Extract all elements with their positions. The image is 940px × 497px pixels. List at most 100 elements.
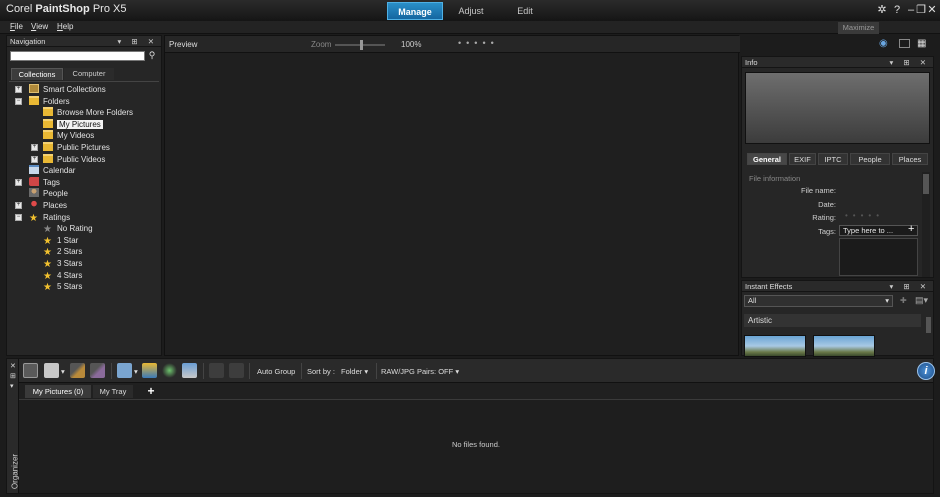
tree-item[interactable]: My Videos [43, 130, 94, 141]
globe-icon[interactable]: ◉ [879, 38, 888, 49]
expand-icon[interactable]: + [15, 86, 22, 93]
tree-item[interactable]: + Tags [15, 176, 60, 188]
menu-file[interactable]: File [10, 22, 23, 31]
rotate-left-icon[interactable] [209, 363, 224, 378]
tab-collections[interactable]: Collections [11, 68, 63, 80]
organizer-panel-controls[interactable]: ✕ ⊞ ▾ [10, 362, 16, 392]
tab-computer[interactable]: Computer [64, 68, 114, 80]
search-icon[interactable]: ⚲ [146, 50, 158, 62]
details-view-icon[interactable] [44, 363, 59, 378]
effects-filter-select[interactable]: All ▾ [744, 295, 893, 307]
single-view-icon[interactable] [899, 39, 910, 48]
tab-edit[interactable]: Edit [497, 2, 553, 20]
tag-icon [29, 176, 39, 186]
effect-thumbnail[interactable] [744, 335, 806, 357]
tree-item[interactable]: My Pictures [43, 118, 103, 130]
panel-controls[interactable]: ▾ ⊞ ✕ [889, 57, 930, 68]
thumbnail-view-icon[interactable] [23, 363, 38, 378]
tree-item[interactable]: ★ No Rating [43, 223, 93, 235]
tree-item[interactable]: + Public Videos [31, 153, 106, 165]
auto-group-button[interactable]: Auto Group [257, 367, 295, 376]
organizer-toolbar: ▾ ▾ Auto Group Sort by : Folder ▾ RAW/JP… [19, 359, 935, 383]
tree-item[interactable]: ★ 3 Stars [43, 258, 83, 270]
close-button[interactable]: ✕ [926, 4, 938, 16]
grid-view-icon[interactable]: ▦ [917, 38, 926, 49]
expand-icon[interactable]: + [31, 155, 38, 163]
tree-item[interactable]: ★ 1 Star [43, 235, 78, 247]
toolbar-separator [376, 363, 377, 379]
expand-icon[interactable]: + [15, 178, 22, 186]
star-icon: ★ [43, 282, 52, 294]
search-input[interactable] [10, 51, 145, 61]
tree-item[interactable]: ★ 5 Stars [43, 281, 82, 294]
menu-help[interactable]: Help [57, 22, 73, 31]
edit-brush-icon[interactable] [70, 363, 85, 378]
tab-places[interactable]: Places [892, 153, 928, 165]
tree-item[interactable]: + Places [15, 200, 67, 211]
favorite-icon[interactable]: ✚ [900, 296, 907, 305]
slideshow-icon[interactable] [182, 363, 197, 378]
tree-item[interactable]: + Smart Collections [15, 84, 106, 95]
share-icon[interactable] [162, 363, 177, 378]
collapse-icon[interactable]: − [15, 213, 22, 221]
tree-item-label: Smart Collections [43, 85, 106, 94]
effects-scrollbar[interactable] [926, 317, 931, 333]
panel-controls[interactable]: ▾ ⊞ ✕ [117, 36, 158, 47]
tab-general[interactable]: General [747, 153, 787, 165]
info-button[interactable]: i [917, 362, 935, 380]
menu-view[interactable]: View [31, 22, 48, 31]
add-tray-button[interactable]: + [143, 385, 159, 398]
panel-controls[interactable]: ▾ ⊞ ✕ [889, 281, 930, 292]
preview-toolbar: Preview Zoom 100% ••••• ◉ ▦ [165, 36, 926, 53]
rating-stars[interactable]: ••••• [845, 211, 884, 220]
empty-message: No files found. [452, 440, 500, 449]
rotate-right-icon[interactable] [229, 363, 244, 378]
navigation-title: Navigation [10, 37, 46, 46]
effects-category: Artistic [744, 314, 921, 327]
tab-exif[interactable]: EXIF [789, 153, 816, 165]
folder-icon [43, 142, 53, 151]
expand-icon[interactable]: + [31, 144, 38, 151]
zoom-label: Zoom [311, 40, 332, 49]
collapse-icon[interactable]: − [15, 97, 22, 105]
tree-item-label: 3 Stars [57, 259, 83, 268]
tab-my-tray[interactable]: My Tray [93, 385, 133, 398]
view-dropdown-icon[interactable]: ▾ [61, 367, 65, 376]
settings-gear-icon[interactable]: ✲ [876, 4, 888, 16]
tree-item[interactable]: Browse More Folders [43, 107, 133, 118]
raw-jpg-pairs-toggle[interactable]: RAW/JPG Pairs: OFF ▾ [381, 367, 459, 376]
help-button[interactable]: ? [891, 4, 903, 16]
info-scrollbar-thumb[interactable] [923, 174, 929, 194]
zoom-slider-thumb[interactable] [360, 40, 363, 50]
tree-item[interactable]: Calendar [29, 165, 75, 176]
tree-item-label: Public Videos [57, 154, 106, 164]
expand-icon[interactable]: + [15, 202, 22, 209]
effect-thumbnail[interactable] [813, 335, 875, 357]
sort-by-select[interactable]: Folder ▾ [341, 367, 368, 376]
star-icon: ★ [29, 212, 38, 224]
people-tag-icon[interactable] [117, 363, 132, 378]
tree-item-label: Calendar [43, 166, 76, 176]
toolbar-separator [301, 363, 302, 379]
tree-item[interactable]: − ★ Ratings [15, 212, 70, 224]
tab-my-pictures[interactable]: My Pictures (0) [25, 385, 91, 398]
maximize-button[interactable]: Maximize [838, 22, 879, 34]
tree-item[interactable]: ★ 4 Stars [43, 270, 82, 282]
tree-item[interactable]: − Folders [15, 95, 70, 107]
tab-iptc[interactable]: IPTC [818, 153, 848, 165]
menu-bar: File View Help [0, 21, 940, 34]
retouch-brush-icon[interactable] [90, 363, 105, 378]
tags-input[interactable]: Type here to ... [839, 225, 918, 236]
collections-tree: + Smart Collections − Folders Browse More Fo… [9, 81, 159, 353]
tab-people[interactable]: People [850, 153, 890, 165]
tree-item[interactable]: People [29, 188, 68, 199]
tree-item[interactable]: + Public Pictures [31, 142, 110, 153]
tab-adjust[interactable]: Adjust [443, 2, 499, 20]
tree-item[interactable]: ★ 2 Stars [43, 246, 82, 258]
view-dots[interactable]: ••••• [458, 38, 499, 48]
add-tag-icon[interactable]: + [908, 223, 914, 235]
tab-manage[interactable]: Manage [387, 2, 443, 20]
effects-view-icon[interactable]: ▤▾ [915, 295, 928, 306]
import-icon[interactable] [142, 363, 157, 378]
people-dropdown-icon[interactable]: ▾ [134, 367, 138, 376]
